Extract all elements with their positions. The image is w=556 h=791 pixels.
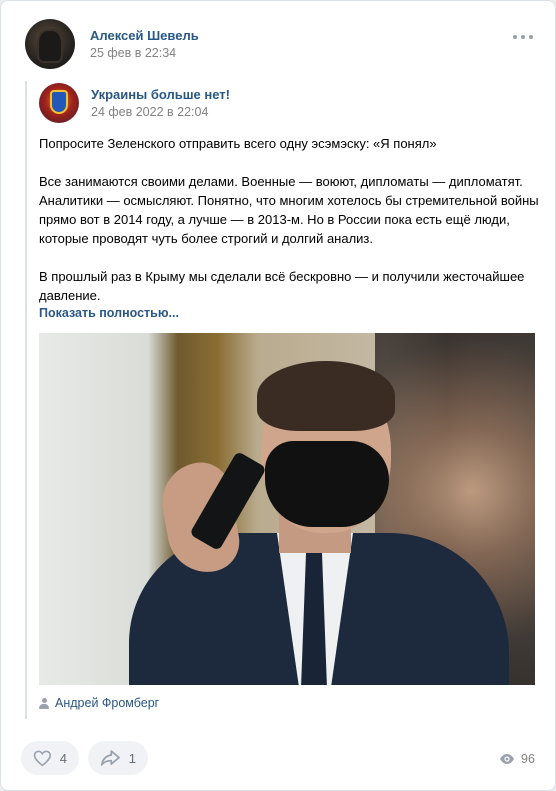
post-text: Попросите Зеленского отправить всего одн… bbox=[39, 134, 539, 305]
like-button[interactable]: 4 bbox=[21, 741, 79, 775]
post-paragraph: Попросите Зеленского отправить всего одн… bbox=[39, 136, 437, 151]
author-avatar[interactable] bbox=[25, 19, 75, 69]
share-button[interactable]: 1 bbox=[88, 741, 148, 775]
more-icon[interactable] bbox=[513, 27, 533, 47]
photo-author-link[interactable]: Андрей Фромберг bbox=[39, 696, 159, 710]
repost-date[interactable]: 24 фев 2022 в 22:04 bbox=[91, 105, 208, 119]
post-paragraph: Все занимаются своими делами. Военные — … bbox=[39, 174, 539, 246]
post-date[interactable]: 25 фев в 22:34 bbox=[90, 46, 176, 60]
group-avatar[interactable] bbox=[39, 83, 79, 123]
heart-icon bbox=[33, 750, 51, 767]
post-card: Алексей Шевель 25 фев в 22:34 Украины бо… bbox=[0, 0, 556, 791]
eye-icon bbox=[500, 754, 514, 764]
views-count: 96 bbox=[521, 752, 535, 766]
post-photo[interactable] bbox=[39, 333, 535, 685]
views-counter: 96 bbox=[499, 752, 535, 766]
post-paragraph: В прошлый раз в Крыму мы сделали всё бес… bbox=[39, 269, 525, 303]
author-name[interactable]: Алексей Шевель bbox=[90, 28, 199, 43]
group-name[interactable]: Украины больше нет! bbox=[91, 87, 230, 102]
photo-author-name: Андрей Фромберг bbox=[55, 696, 160, 710]
like-count: 4 bbox=[59, 750, 67, 766]
share-count: 1 bbox=[128, 750, 136, 766]
show-more-link[interactable]: Показать полностью... bbox=[39, 306, 179, 320]
repost-divider bbox=[25, 81, 27, 719]
user-icon bbox=[39, 697, 49, 709]
share-icon bbox=[100, 750, 120, 766]
